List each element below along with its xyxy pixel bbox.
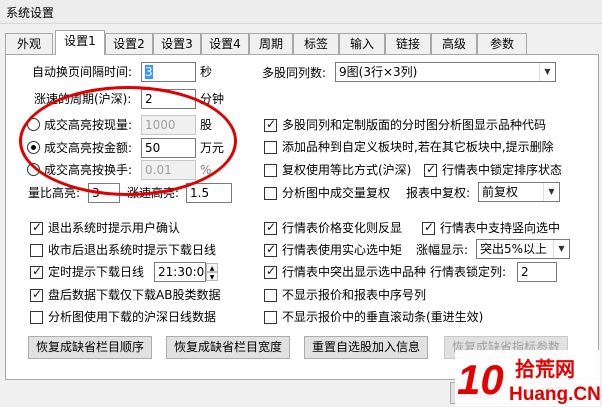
tab-appearance[interactable]: 外观 <box>5 33 53 54</box>
tab-settings3[interactable]: 设置3 <box>153 33 201 54</box>
window-title: 系统设置 <box>6 6 55 20</box>
show-code-label: 多股同列和定制版面的分时图分析图显示品种代码 <box>282 118 547 132</box>
volume-radio-label: 成交高亮按现量: <box>44 118 133 132</box>
reset-self-select-button[interactable]: 重置自选股加入信息 <box>304 336 428 359</box>
price-change-checkbox[interactable] <box>264 220 277 235</box>
solid-select-checkbox[interactable] <box>264 242 277 257</box>
restore-select[interactable]: 前复权 ▼ <box>478 182 560 202</box>
lock-sort-label: 行情表中锁定排序状态 <box>442 163 563 177</box>
ratio-highlight-label: 量比高亮: <box>28 186 81 200</box>
volume-unit: 股 <box>200 118 213 132</box>
chevron-down-icon: ▼ <box>539 63 555 81</box>
add-to-block-label: 添加品种到自定义板块时,若在其它板块中,提示删除 <box>282 140 554 154</box>
vertical-select-label: 行情表中支持竖向选中 <box>440 221 561 235</box>
tab-settings1[interactable]: 设置1 <box>55 30 105 55</box>
watermark-site: Huang.CN <box>509 384 600 405</box>
amount-radio-label: 成交高亮按金额: <box>44 141 133 155</box>
tab-link[interactable]: 链接 <box>385 33 431 54</box>
multi-stock-select[interactable]: 9图(3行×3列) ▼ <box>335 62 556 82</box>
volume-input[interactable]: 1000 <box>141 115 196 135</box>
time-spinner[interactable]: ▲ ▼ <box>206 263 218 281</box>
auto-page-interval-input[interactable]: 3 <box>141 62 196 82</box>
turnover-radio-label: 成交高亮按换手: <box>44 163 133 177</box>
amount-unit: 万元 <box>200 141 225 155</box>
after-close-download-label: 收市后退出系统时提示下载日线 <box>48 243 217 257</box>
volume-restore-checkbox[interactable] <box>264 187 277 200</box>
restore-col-order-button[interactable]: 恢复成缺省栏目顺序 <box>28 336 152 359</box>
watermark-number: 10 <box>457 356 504 403</box>
hide-scroll-label: 不显示报价中的垂直滚动条(重进生效) <box>282 310 484 324</box>
timed-download-label: 定时提示下载日线 <box>48 265 145 279</box>
watermark-logo: 10 拾荒网 Huang.CN <box>455 350 601 406</box>
highlight-select-checkbox[interactable] <box>264 264 277 279</box>
exit-confirm-checkbox[interactable] <box>30 220 43 235</box>
chevron-down-icon: ▼ <box>553 240 569 258</box>
tab-settings4[interactable]: 设置4 <box>201 33 249 54</box>
speed-highlight-label: 涨速高亮: <box>127 186 180 200</box>
chart-downloaded-label: 分析图使用下载的沪深日线数据 <box>48 310 217 324</box>
speed-period-input[interactable]: 2 <box>141 89 196 109</box>
multi-stock-label: 多股同列数: <box>262 66 327 80</box>
tab-labels[interactable]: 标签 <box>293 33 339 54</box>
volume-radio[interactable] <box>27 118 40 131</box>
tab-input[interactable]: 输入 <box>339 33 385 54</box>
speed-period-unit: 分钟 <box>200 92 225 106</box>
ab-only-checkbox[interactable] <box>30 287 43 302</box>
tab-period[interactable]: 周期 <box>249 33 293 54</box>
hide-scroll-checkbox[interactable] <box>264 311 277 324</box>
lock-col-input[interactable]: 2 <box>517 262 557 282</box>
rise-display-select[interactable]: 突出5%以上 ▼ <box>476 239 570 259</box>
turnover-input[interactable]: 0.01 <box>141 160 196 180</box>
amount-input[interactable]: 50 <box>141 138 196 158</box>
hide-serial-checkbox[interactable] <box>264 289 277 302</box>
restore-ratio-label: 复权使用等比方式(沪深) <box>282 163 412 177</box>
restore-col-width-button[interactable]: 恢复成缺省栏目宽度 <box>166 336 290 359</box>
timed-download-checkbox[interactable] <box>30 264 43 279</box>
rise-display-label: 涨幅显示: <box>416 243 469 257</box>
restore-label: 报表中复权: <box>406 186 471 200</box>
add-to-block-checkbox[interactable] <box>264 141 277 154</box>
speed-highlight-input[interactable]: 1.5 <box>186 183 232 203</box>
speed-period-label: 涨速的周期(沪深): <box>34 92 132 106</box>
hide-serial-label: 不显示报价和报表中序号列 <box>282 288 427 302</box>
restore-ratio-checkbox[interactable] <box>264 164 277 177</box>
turnover-radio[interactable] <box>27 163 40 176</box>
lock-col-label: 行情表锁定列: <box>430 265 507 279</box>
lock-sort-checkbox[interactable] <box>424 162 437 177</box>
timed-download-time[interactable]: 21:30:00 <box>154 262 206 282</box>
turnover-unit: % <box>200 163 212 177</box>
show-code-checkbox[interactable] <box>264 117 277 132</box>
solid-select-label: 行情表使用实心选中矩 <box>282 243 403 257</box>
ratio-highlight-input[interactable]: 3 <box>88 183 120 203</box>
auto-page-interval-label: 自动换页间隔时间: <box>32 65 133 79</box>
chevron-down-icon: ▼ <box>543 183 559 201</box>
price-change-label: 行情表价格变化则反显 <box>282 221 403 235</box>
chart-downloaded-checkbox[interactable] <box>30 311 43 324</box>
after-close-download-checkbox[interactable] <box>30 244 43 257</box>
amount-radio[interactable] <box>27 141 40 154</box>
tab-strip: 外观 设置1 设置2 设置3 设置4 周期 标签 输入 链接 高级 参数 <box>5 30 599 55</box>
auto-page-interval-unit: 秒 <box>200 65 213 79</box>
tab-settings2[interactable]: 设置2 <box>105 33 153 54</box>
volume-restore-label: 分析图中成交量复权 <box>282 186 391 200</box>
tab-advanced[interactable]: 高级 <box>431 33 477 54</box>
title-bar: 系统设置 <box>0 0 602 24</box>
tab-params[interactable]: 参数 <box>477 33 527 54</box>
exit-confirm-label: 退出系统时提示用户确认 <box>48 221 181 235</box>
ab-only-label: 盘后数据下载仅下载AB股类数据 <box>48 288 221 302</box>
vertical-select-checkbox[interactable] <box>422 220 435 235</box>
highlight-select-label: 行情表中突出显示选中品种 <box>282 265 427 279</box>
watermark-brand: 拾荒网 <box>515 357 575 381</box>
